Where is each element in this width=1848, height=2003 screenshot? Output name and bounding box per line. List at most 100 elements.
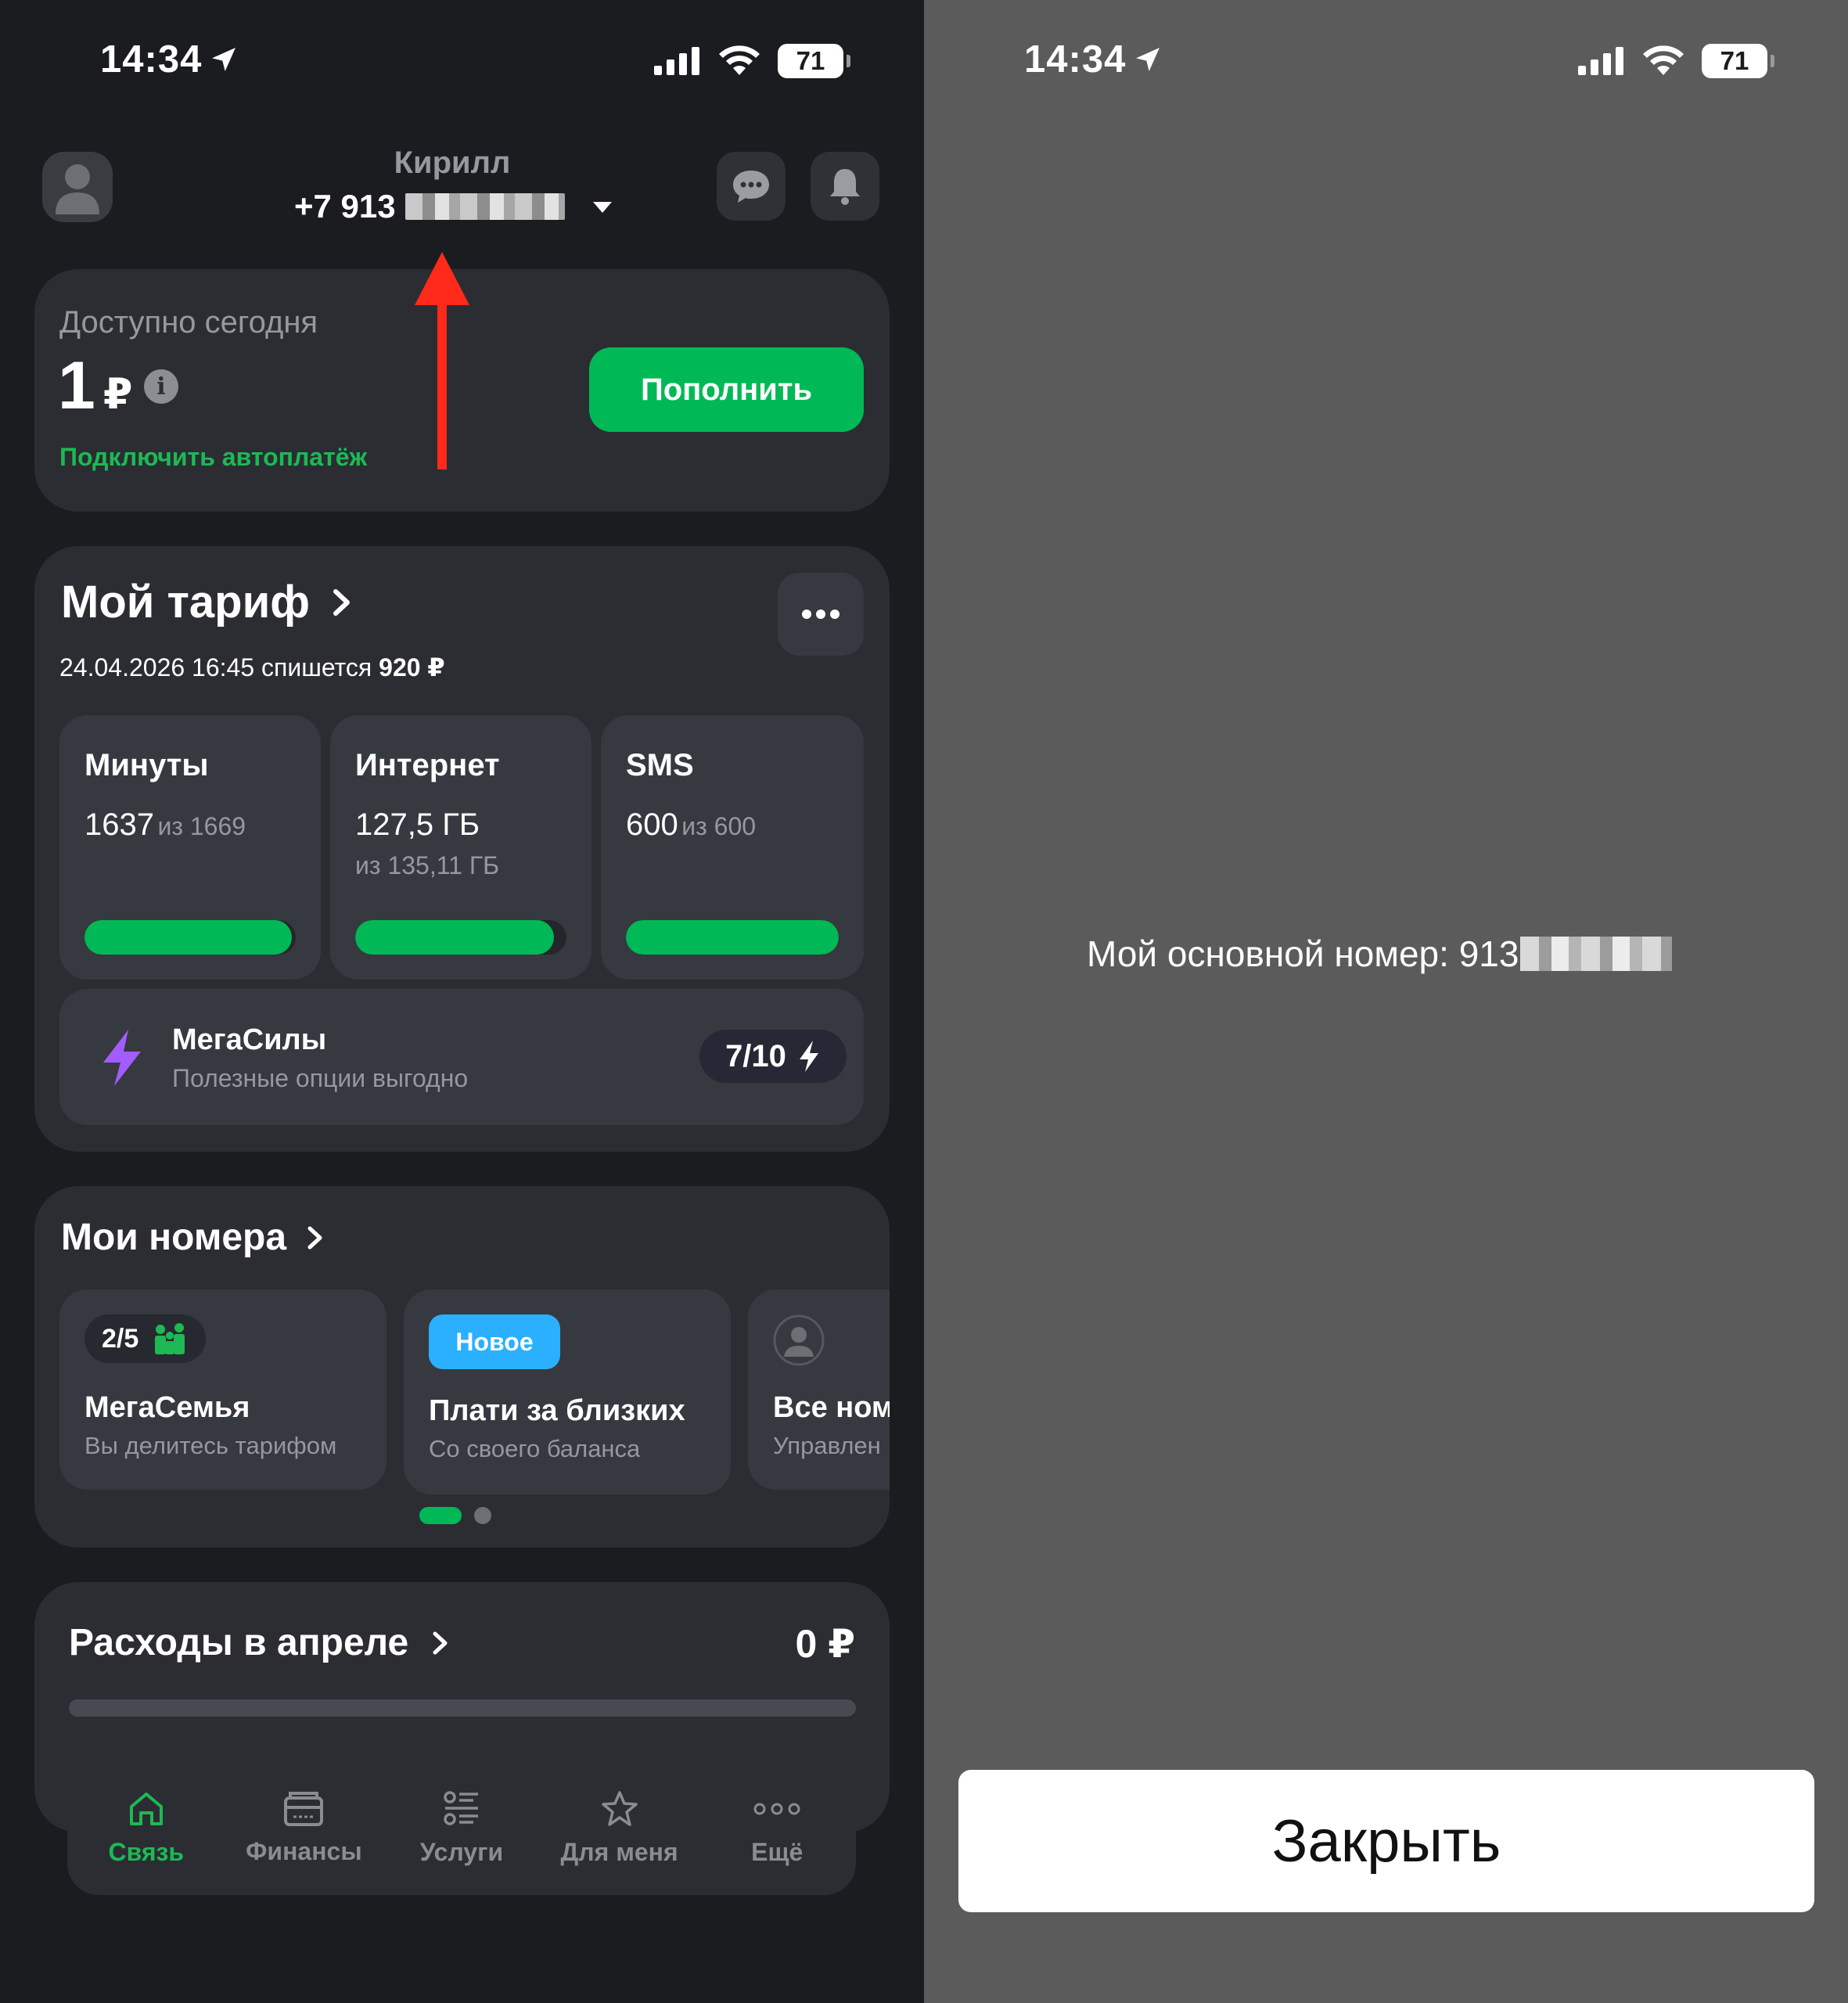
topup-button[interactable]: Пополнить: [589, 347, 864, 432]
megasily-title: МегаСилы: [172, 1023, 327, 1056]
tile-value-row: 1637 из 1669: [84, 807, 246, 843]
nav-item-svyaz[interactable]: Связь: [76, 1789, 217, 1867]
all-numbers-card[interactable]: Все ном Управлен: [748, 1289, 890, 1490]
expenses-title-link[interactable]: Расходы в апреле: [69, 1621, 449, 1664]
status-bar-indicators: 71: [654, 44, 850, 78]
user-circle-icon: [773, 1314, 825, 1366]
minutes-tile[interactable]: Минуты 1637 из 1669: [59, 715, 321, 980]
home-icon: [129, 1792, 163, 1825]
tariff-card: Мой тариф 24.04.2026 16:45 спишется 920 …: [34, 546, 890, 1152]
card-subtitle: Со своего баланса: [429, 1435, 641, 1462]
tariff-charge-date: 24.04.2026 16:45 спишется: [59, 653, 372, 681]
chat-bubble-icon: [733, 171, 769, 203]
annotation-arrow-icon: [415, 252, 469, 469]
internet-tile[interactable]: Интернет 127,5 ГБ из 135,11 ГБ: [330, 715, 591, 980]
nav-item-dlya-menya[interactable]: Для меня: [549, 1789, 690, 1867]
tariff-title-link[interactable]: Мой тариф: [61, 576, 352, 628]
battery-level: 71: [796, 46, 825, 75]
new-badge: Новое: [429, 1314, 560, 1369]
account-name: Кирилл: [394, 146, 511, 180]
tile-value: 127,5 ГБ: [355, 807, 480, 842]
chevron-right-icon: [333, 588, 351, 616]
wallet-icon: [284, 1791, 324, 1826]
nav-item-uslugi[interactable]: Услуги: [391, 1789, 532, 1867]
carousel-dot-active: [419, 1507, 462, 1524]
balance-amount: 1 ₽: [58, 347, 132, 425]
battery-level: 71: [1720, 46, 1749, 75]
card-subtitle: Управлен: [773, 1432, 881, 1459]
tile-total: из 1669: [157, 812, 246, 840]
tariff-more-button[interactable]: [778, 573, 864, 656]
bell-icon: [830, 169, 860, 205]
minutes-progress-bar: [84, 920, 296, 955]
account-switcher[interactable]: +7 913: [294, 188, 617, 225]
tile-value: 1637: [84, 807, 154, 842]
app-screen: 14:34 71 Кирилл +7 913 Доступно сегодня …: [0, 0, 924, 2003]
close-button[interactable]: Закрыть: [958, 1770, 1814, 1912]
primary-number-message: Мой основной номер: 913: [1087, 933, 1673, 975]
tile-title: Минуты: [84, 748, 209, 782]
card-title: МегаСемья: [84, 1391, 250, 1424]
tile-total: из 135,11 ГБ: [355, 851, 500, 879]
lightning-small-icon: [799, 1041, 818, 1072]
my-numbers-title-link[interactable]: Мои номера: [61, 1216, 324, 1259]
tariff-title: Мой тариф: [61, 577, 311, 628]
more-dots-icon: [753, 1803, 800, 1814]
notifications-button[interactable]: [811, 152, 879, 221]
chat-button[interactable]: [717, 152, 786, 221]
tile-value: 600: [626, 807, 678, 842]
status-bar-time: 14:34: [100, 38, 239, 81]
nav-label: Финансы: [246, 1836, 362, 1865]
wifi-icon: [719, 45, 760, 75]
topup-button-label: Пополнить: [640, 372, 813, 407]
balance-title: Доступно сегодня: [59, 305, 318, 340]
tile-total: из 600: [681, 812, 757, 840]
lightning-icon: [103, 1030, 141, 1086]
signal-icon: [1578, 47, 1623, 75]
carousel-dot: [474, 1507, 491, 1524]
location-arrow-icon: [212, 48, 236, 71]
card-title: Плати за близких: [429, 1394, 685, 1427]
sms-progress-bar: [626, 920, 839, 955]
balance-currency: ₽: [102, 371, 133, 418]
megasemya-card[interactable]: 2/5 МегаСемья Вы делитесь тарифом: [59, 1289, 386, 1490]
phone-number-prefix: +7 913: [294, 188, 396, 225]
pay-for-relatives-card[interactable]: Новое Плати за близких Со своего баланса: [404, 1289, 731, 1494]
family-count: 2/5: [102, 1323, 139, 1354]
tile-title: Интернет: [355, 748, 500, 782]
phone-number-masked: [1520, 937, 1673, 971]
avatar[interactable]: [42, 152, 113, 222]
sms-tile[interactable]: SMS 600 из 600: [601, 715, 864, 980]
bottom-nav: Связь Финансы Услуги Для меня Ещё: [67, 1760, 856, 1895]
autopay-link[interactable]: Подключить автоплатёж: [59, 443, 367, 472]
tile-value-row: 600 из 600: [626, 807, 756, 843]
expenses-bar: [69, 1699, 856, 1717]
internet-progress-bar: [355, 920, 566, 955]
my-numbers-title: Мои номера: [61, 1217, 287, 1258]
chevron-right-icon: [307, 1226, 322, 1249]
close-button-label: Закрыть: [1271, 1807, 1501, 1875]
location-arrow-icon: [1136, 48, 1160, 71]
progress-fill: [626, 920, 839, 955]
user-icon: [56, 164, 99, 214]
services-list-icon: [444, 1790, 478, 1825]
nav-item-eshche[interactable]: Ещё: [706, 1789, 847, 1867]
expenses-title: Расходы в апреле: [69, 1622, 409, 1663]
nav-item-finansy[interactable]: Финансы: [233, 1790, 374, 1866]
primary-number-text: Мой основной номер: 913: [1087, 933, 1519, 974]
status-bar-indicators: 71: [1578, 44, 1774, 78]
balance-amount-value: 1: [58, 348, 95, 423]
megasily-row[interactable]: МегаСилы Полезные опции выгодно 7/10: [59, 989, 864, 1125]
nav-label: Для меня: [560, 1837, 678, 1866]
tile-title: SMS: [626, 748, 694, 782]
new-badge-label: Новое: [455, 1327, 534, 1356]
progress-fill: [84, 920, 292, 955]
wifi-icon: [1643, 45, 1684, 75]
status-bar-time: 14:34: [1024, 38, 1163, 81]
family-icon: [155, 1323, 185, 1354]
card-title: Все ном: [773, 1391, 890, 1424]
phone-number-masked: [404, 193, 565, 220]
info-icon[interactable]: i: [144, 369, 178, 404]
tariff-charge-info: 24.04.2026 16:45 спишется 920 ₽: [59, 653, 445, 682]
expenses-amount: 0 ₽: [795, 1622, 856, 1666]
